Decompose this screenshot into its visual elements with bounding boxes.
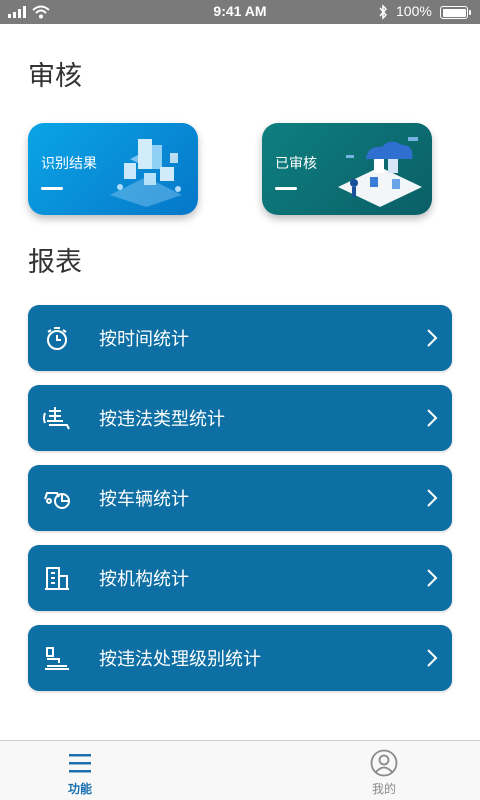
report-label: 按车辆统计 [99,489,189,510]
status-bar: 9:41 AM 100% [0,0,480,24]
review-section-title: 审核 [28,61,82,92]
chevron-right-icon [427,569,438,587]
menu-icon [68,749,92,777]
report-list: 按时间统计 按违法类型统计 按车辆统计 按机构统计 按违法处理级别统计 [28,305,452,705]
building-icon [43,564,71,592]
level-chart-icon [43,644,71,672]
tab-mine[interactable]: 我的 [324,741,444,800]
chevron-right-icon [427,329,438,347]
tab-functions[interactable]: 功能 [20,741,140,800]
reviewed-card[interactable]: 已审核 [262,123,432,215]
battery-percentage: 100% [396,3,432,19]
stopwatch-icon [43,324,71,352]
report-label: 按违法处理级别统计 [99,649,261,670]
report-by-handling-level[interactable]: 按违法处理级别统计 [28,625,452,691]
tab-label: 功能 [67,782,92,796]
report-by-organization[interactable]: 按机构统计 [28,545,452,611]
battery-icon [440,6,471,19]
report-by-violation-type[interactable]: 按违法类型统计 [28,385,452,451]
chevron-right-icon [427,649,438,667]
reports-section-title: 报表 [28,247,82,278]
violation-type-icon [43,404,71,432]
tab-label: 我的 [371,782,396,796]
user-profile-icon [370,749,398,777]
report-by-vehicle[interactable]: 按车辆统计 [28,465,452,531]
vehicle-chart-icon [43,484,71,512]
report-label: 按违法类型统计 [99,409,225,430]
chevron-right-icon [427,409,438,427]
chevron-right-icon [427,489,438,507]
bottom-tab-bar: 功能 我的 [0,740,480,800]
city-data-illustration-icon [110,139,182,207]
card-label: 识别结果 [41,156,97,172]
report-label: 按时间统计 [99,329,189,350]
report-by-time[interactable]: 按时间统计 [28,305,452,371]
cloud-review-illustration-icon [338,137,422,207]
card-dash [41,187,63,190]
report-label: 按机构统计 [99,569,189,590]
bluetooth-icon [379,4,388,20]
card-dash [275,187,297,190]
card-label: 已审核 [275,156,317,172]
recognition-results-card[interactable]: 识别结果 [28,123,198,215]
